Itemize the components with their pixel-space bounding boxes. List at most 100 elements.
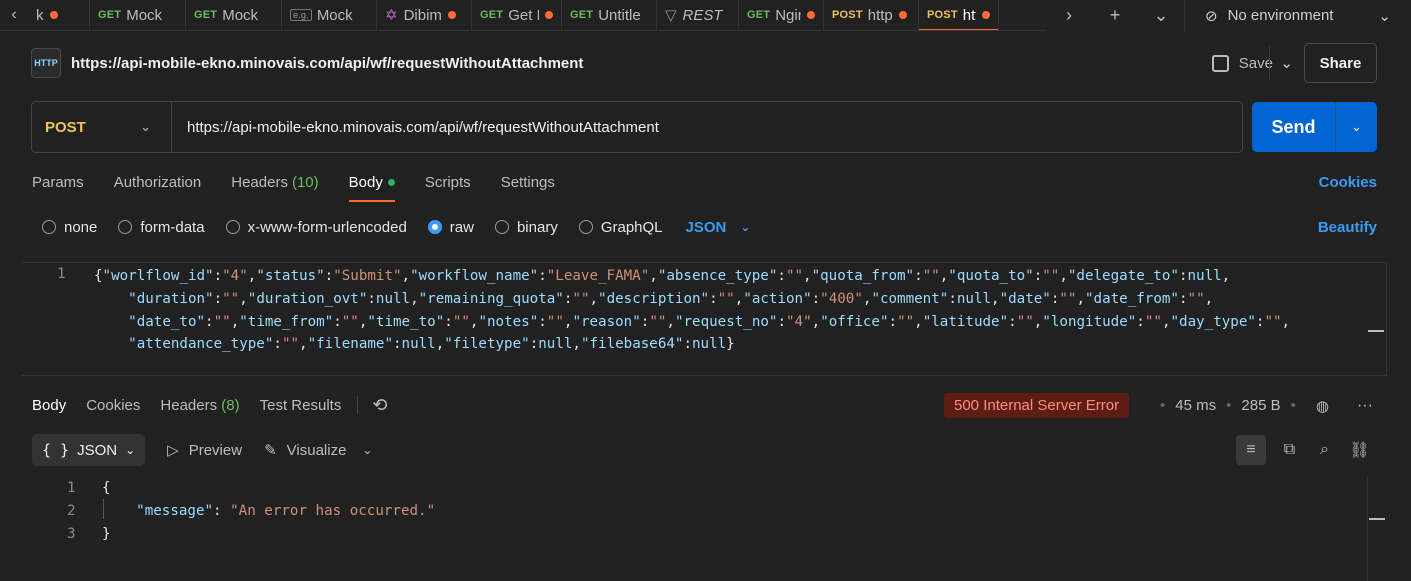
response-format-select[interactable]: { } JSON ⌄	[32, 434, 146, 466]
no-environment-icon: ⊘	[1205, 7, 1218, 25]
copy-icon[interactable]: ⧉	[1272, 441, 1307, 459]
environment-label: No environment	[1227, 7, 1334, 24]
beautify-button[interactable]: Beautify	[1318, 219, 1377, 236]
request-tab[interactable]: POST http	[824, 0, 919, 30]
search-icon[interactable]: ⌕	[1307, 441, 1342, 459]
resp-tab-body[interactable]: Body	[32, 397, 66, 414]
tab-headers-label: Headers	[231, 173, 288, 191]
http-icon: HTTP	[31, 48, 61, 78]
json-value: "An error has occurred."	[230, 502, 436, 519]
link-icon[interactable]: ⛓	[1342, 440, 1377, 460]
tab-authorization[interactable]: Authorization	[114, 162, 202, 202]
new-tab-icon[interactable]: +	[1092, 5, 1138, 26]
request-tab[interactable]: ✡ Dibim	[377, 0, 472, 30]
save-icon	[1211, 54, 1229, 72]
json-close-brace: }	[102, 525, 111, 542]
scrollbar-marker[interactable]	[1369, 518, 1385, 520]
unsaved-dot	[447, 11, 456, 19]
radio-urlencoded-label: x-www-form-urlencoded	[247, 218, 407, 236]
response-meta: • 45 ms • 285 B • ◍ ···	[1150, 393, 1373, 418]
body-type-options: none form-data x-www-form-urlencoded raw…	[42, 214, 1377, 240]
wrap-lines-icon[interactable]: ≡	[1236, 435, 1266, 465]
line-number: 1	[57, 266, 66, 282]
tab-settings[interactable]: Settings	[501, 162, 555, 202]
request-tab[interactable]: GET Ngin	[739, 0, 824, 30]
radio-circle	[225, 220, 240, 234]
save-button[interactable]: Save	[1211, 46, 1273, 80]
share-button[interactable]: Share	[1304, 43, 1377, 83]
preview-button[interactable]: ▷ Preview	[167, 441, 243, 460]
status-badge[interactable]: 500 Internal Server Error	[944, 393, 1130, 418]
cookies-link[interactable]: Cookies	[1319, 162, 1377, 202]
radio-none-label: none	[64, 218, 98, 236]
tab-params[interactable]: Params	[32, 162, 84, 202]
tab-params-label: Params	[32, 173, 84, 191]
tab-method: GET	[194, 9, 218, 21]
more-options-icon[interactable]: ···	[1357, 397, 1373, 415]
radio-circle	[494, 220, 509, 234]
radio-raw[interactable]: raw	[427, 219, 474, 236]
line-number: 2	[67, 502, 76, 519]
response-size[interactable]: 285 B	[1241, 397, 1280, 414]
response-actions: ≡ ⧉ ⌕ ⛓	[1236, 434, 1377, 466]
tab-label: Mock	[316, 6, 353, 24]
visualize-button[interactable]: ✎ Visualize	[264, 441, 346, 460]
radio-graphql[interactable]: GraphQL	[578, 219, 663, 236]
radio-form-data[interactable]: form-data	[118, 219, 205, 236]
request-tab[interactable]: POST http	[919, 0, 999, 30]
radio-binary[interactable]: binary	[494, 219, 558, 236]
history-icon[interactable]: ⟲	[372, 395, 387, 416]
tab-label: Get F	[508, 6, 539, 24]
play-icon: ▷	[167, 442, 179, 459]
request-tab[interactable]: ▽ REST	[657, 0, 739, 30]
chevron-down-icon[interactable]: ⌄	[362, 443, 372, 457]
request-tab[interactable]: GET Untitle	[562, 0, 657, 30]
tab-headers[interactable]: Headers (10)	[231, 162, 318, 202]
resp-tab-headers[interactable]: Headers (8)	[160, 397, 239, 414]
network-globe-icon[interactable]: ◍	[1316, 397, 1329, 415]
separator-dot: •	[1226, 397, 1232, 414]
response-body-code[interactable]: { "message": "An error has occurred." }	[102, 477, 435, 545]
method-select[interactable]: POST ⌄	[32, 102, 172, 152]
send-options-chevron-icon[interactable]: ⌄	[1336, 102, 1377, 152]
tab-scripts[interactable]: Scripts	[425, 162, 471, 202]
environment-selector[interactable]: ⊘ No environment ⌄	[1184, 0, 1411, 31]
send-button[interactable]: Send	[1252, 102, 1336, 152]
response-body-editor[interactable]: 1 2 3 { "message": "An error has occurred.…	[22, 475, 1387, 581]
request-body-code[interactable]: {"worlflow_id":"4","status":"Submit","wo…	[94, 265, 1364, 356]
tabs-container: kGETMockGETMocke.g.Mock✡DibimGETGet FGET…	[28, 0, 999, 30]
request-tab[interactable]: GET Mock	[90, 0, 186, 30]
json-key: "message"	[136, 502, 214, 519]
response-time[interactable]: 45 ms	[1175, 397, 1216, 414]
request-title-row: HTTP https://api-mobile-ekno.minovais.co…	[31, 43, 1377, 83]
request-tab[interactable]: GET Mock	[186, 0, 282, 30]
json-open-brace: {	[102, 480, 111, 496]
preview-label: Preview	[188, 441, 243, 459]
scrollbar-marker[interactable]	[1368, 330, 1384, 332]
request-tab[interactable]: e.g. Mock	[282, 0, 377, 30]
resp-tab-cookies[interactable]: Cookies	[86, 397, 140, 414]
request-body-editor[interactable]: 1 {"worlflow_id":"4","status":"Submit","…	[22, 262, 1387, 376]
scrollbar[interactable]	[1367, 477, 1387, 581]
tab-label: http	[962, 6, 976, 24]
radio-none[interactable]: none	[42, 219, 97, 236]
radio-urlencoded[interactable]: x-www-form-urlencoded	[225, 218, 407, 236]
tab-label: Mock	[126, 6, 163, 24]
tab-label: Untitle	[598, 6, 641, 24]
tab-list-chevron-icon[interactable]: ⌄	[1138, 5, 1184, 26]
body-format-select[interactable]: JSON ⌄	[686, 219, 751, 236]
chevron-down-icon: ⌄	[140, 119, 151, 134]
tab-scroll-right-icon[interactable]: ›	[1046, 5, 1092, 26]
divider	[357, 396, 359, 414]
headers-count: (10)	[291, 173, 319, 191]
tab-label: k	[36, 6, 44, 24]
tab-scroll-left-icon[interactable]: ‹	[0, 0, 28, 30]
unsaved-dot	[898, 11, 907, 19]
tab-body[interactable]: Body	[348, 162, 396, 202]
resp-tab-test-results[interactable]: Test Results	[260, 397, 342, 414]
url-input[interactable]	[172, 102, 1242, 152]
request-tab[interactable]: k	[28, 0, 90, 30]
request-title[interactable]: https://api-mobile-ekno.minovais.com/api…	[71, 55, 583, 72]
request-tab[interactable]: GET Get F	[472, 0, 562, 30]
save-options-chevron-icon[interactable]: ⌄	[1269, 46, 1293, 80]
